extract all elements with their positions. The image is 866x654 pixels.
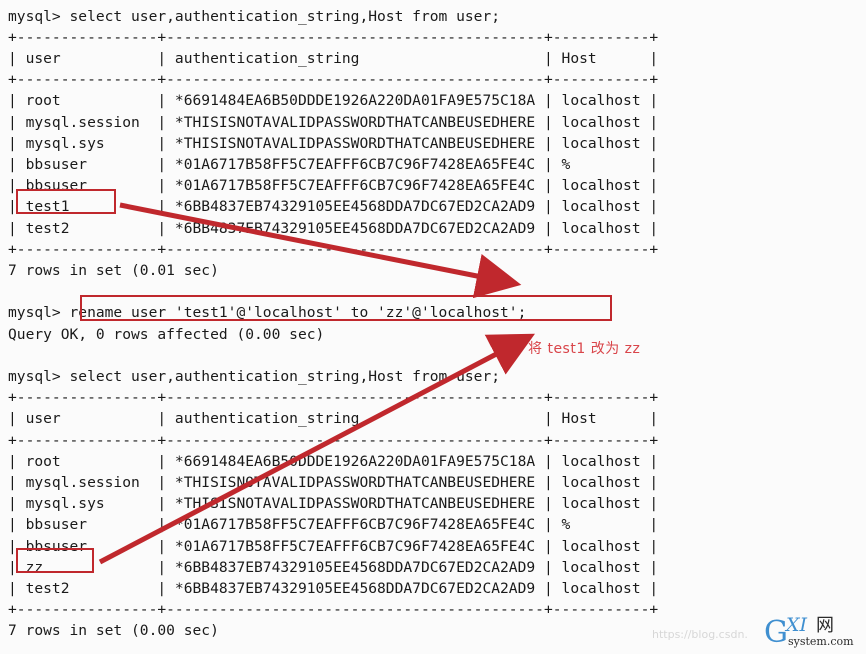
watermark-url: https://blog.csdn. <box>652 628 748 641</box>
watermark-logo-system: system.com <box>788 635 854 648</box>
watermark-logo: G XI 网 system.com <box>764 614 864 652</box>
terminal-window: +----------------+----------------------… <box>0 0 866 654</box>
terminal-output[interactable]: mysql> select user,authentication_string… <box>8 6 858 642</box>
watermark-logo-xi: XI <box>786 614 808 636</box>
watermark-logo-cn: 网 <box>816 615 834 636</box>
watermark-logo-g: G <box>764 615 788 650</box>
